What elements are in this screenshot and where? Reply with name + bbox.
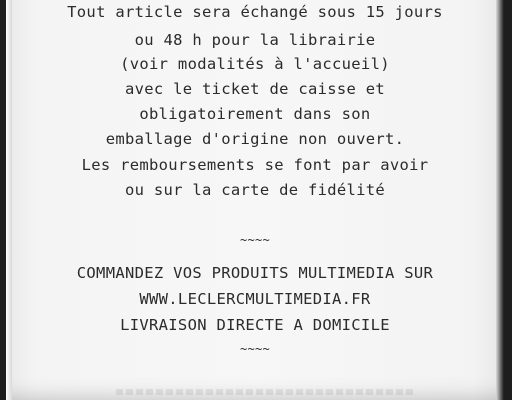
faded-print-bottom <box>116 389 416 395</box>
refund-policy-line-2: ou sur la carte de fidélité <box>124 181 386 199</box>
return-policy-line-1: Tout article sera échangé sous 15 jours <box>67 3 443 21</box>
promo-line-1: COMMANDEZ VOS PRODUITS MULTIMEDIA SUR <box>76 264 434 282</box>
return-policy-line-5: obligatoirement dans son <box>139 105 371 123</box>
return-policy-line-2: ou 48 h pour la librairie <box>134 31 376 49</box>
separator: ~~~~ <box>239 233 271 247</box>
refund-policy-line-1: Les remboursements se font par avoir <box>81 156 429 174</box>
scanned-image: Tout article sera échangé sous 15 jours … <box>0 0 512 400</box>
receipt-paper: Tout article sera échangé sous 15 jours … <box>6 0 504 400</box>
separator: ~~~~ <box>239 342 271 356</box>
promo-website: WWW.LECLERCMULTIMEDIA.FR <box>139 290 371 308</box>
return-policy-line-4: avec le ticket de caisse et <box>124 80 386 98</box>
return-policy-line-3: (voir modalités à l'accueil) <box>120 55 390 73</box>
promo-line-3: LIVRAISON DIRECTE A DOMICILE <box>120 316 390 334</box>
return-policy-line-6: emballage d'origine non ouvert. <box>105 130 405 148</box>
